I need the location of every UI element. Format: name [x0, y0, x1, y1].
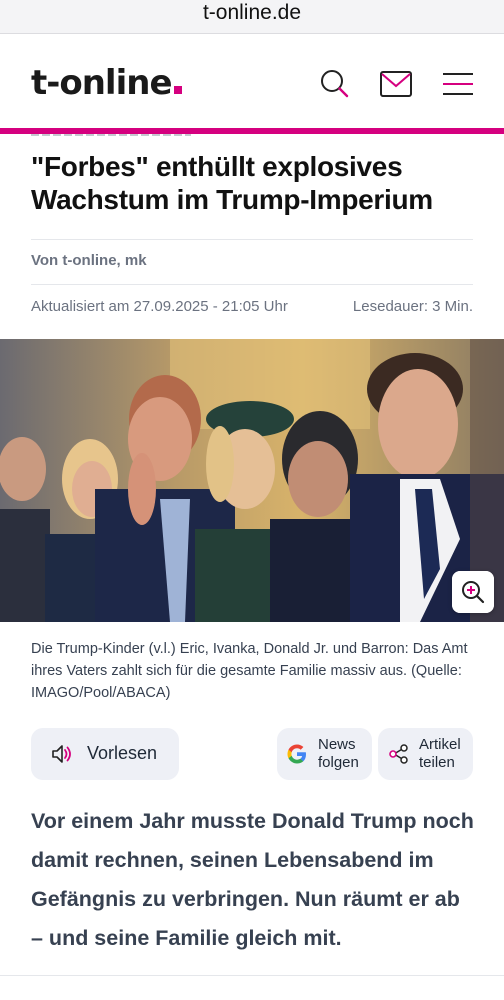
browser-address-bar[interactable]: t-online.de	[0, 0, 504, 34]
read-aloud-button[interactable]: Vorlesen	[31, 728, 179, 780]
t-online-logo[interactable]: t-online	[31, 63, 182, 103]
read-aloud-label: Vorlesen	[87, 743, 158, 763]
share-article-button[interactable]: Artikel teilen	[378, 728, 473, 780]
article-photo-illustration	[0, 339, 504, 622]
speaker-icon	[52, 745, 71, 763]
article-image[interactable]	[0, 339, 504, 622]
google-news-follow-button[interactable]: News folgen	[277, 728, 372, 780]
mail-icon[interactable]	[379, 67, 413, 101]
google-news-label-line2: folgen	[318, 754, 359, 771]
share-icon	[389, 744, 408, 764]
search-icon[interactable]	[318, 67, 352, 101]
menu-icon[interactable]	[441, 67, 475, 101]
kicker-cut-off	[31, 134, 191, 137]
article-author: Von t-online, mk	[31, 252, 147, 269]
google-icon	[287, 744, 306, 764]
url-text[interactable]: t-online.de	[203, 0, 301, 26]
site-header: t-online	[0, 35, 504, 131]
share-label-line1: Artikel	[419, 736, 461, 753]
article-updated-date: Aktualisiert am 27.09.2025 - 21:05 Uhr	[31, 298, 288, 315]
share-label-line2: teilen	[419, 754, 455, 771]
logo-dot	[173, 86, 182, 94]
divider	[31, 284, 473, 285]
article-headline: "Forbes" enthüllt explosives Wachstum im…	[31, 151, 433, 215]
google-news-label-line1: News	[318, 736, 356, 753]
divider	[31, 239, 473, 240]
article-lead: Vor einem Jahr musste Donald Trump noch …	[31, 809, 474, 950]
logo-text: t-online	[31, 63, 173, 103]
zoom-image-button[interactable]	[452, 571, 494, 613]
image-caption: Die Trump-Kinder (v.l.) Eric, Ivanka, Do…	[31, 641, 468, 701]
reading-time: Lesedauer: 3 Min.	[352, 298, 473, 315]
divider	[0, 975, 504, 976]
